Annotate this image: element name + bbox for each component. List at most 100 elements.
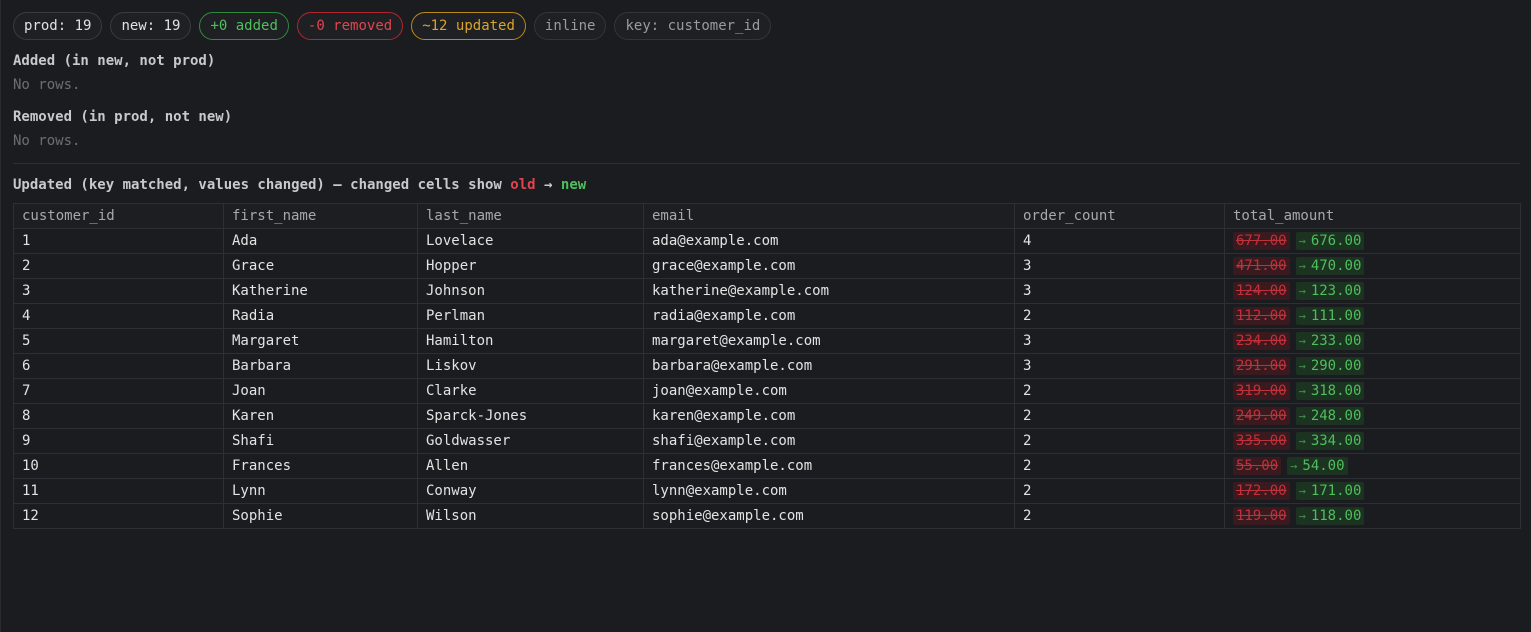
cell-total-amount: 319.00 → 318.00 bbox=[1224, 378, 1521, 404]
cell-first-name: Frances bbox=[223, 453, 418, 479]
old-value: 55.00 bbox=[1233, 457, 1282, 475]
cell-last-name: Goldwasser bbox=[417, 428, 644, 454]
arrow-right-icon: → bbox=[1298, 309, 1306, 323]
new-value: 290.00 bbox=[1310, 358, 1362, 374]
new-value-chip: → 118.00 bbox=[1295, 507, 1365, 525]
cell-customer-id: 7 bbox=[13, 378, 224, 404]
new-value-chip: → 676.00 bbox=[1295, 232, 1365, 250]
old-value: 249.00 bbox=[1233, 407, 1290, 425]
old-value: 124.00 bbox=[1233, 282, 1290, 300]
cell-email: margaret@example.com bbox=[643, 328, 1015, 354]
removed-section-title: Removed (in prod, not new) bbox=[13, 109, 233, 125]
cell-first-name: Karen bbox=[223, 403, 418, 429]
cell-order-count: 3 bbox=[1014, 328, 1225, 354]
cell-email: karen@example.com bbox=[643, 403, 1015, 429]
old-value: 172.00 bbox=[1233, 482, 1290, 500]
new-value: 54.00 bbox=[1302, 458, 1345, 474]
cell-order-count: 3 bbox=[1014, 253, 1225, 279]
cell-total-amount: 677.00 → 676.00 bbox=[1224, 228, 1521, 254]
new-value: 318.00 bbox=[1310, 383, 1362, 399]
table-row: 4 Radia Perlman radia@example.com 2 112.00 → 11… bbox=[13, 303, 1521, 329]
new-value-chip: → 334.00 bbox=[1295, 432, 1365, 450]
cell-last-name: Allen bbox=[417, 453, 644, 479]
cell-customer-id: 6 bbox=[13, 353, 224, 379]
cell-email: katherine@example.com bbox=[643, 278, 1015, 304]
arrow-right-icon: → bbox=[1290, 459, 1298, 473]
new-value-chip: → 470.00 bbox=[1295, 257, 1365, 275]
new-value: 123.00 bbox=[1310, 283, 1362, 299]
cell-customer-id: 11 bbox=[13, 478, 224, 504]
arrow-right-icon: → bbox=[1298, 484, 1306, 498]
arrow-right-icon: → bbox=[1298, 409, 1306, 423]
old-value: 471.00 bbox=[1233, 257, 1290, 275]
cell-last-name: Perlman bbox=[417, 303, 644, 329]
cell-first-name: Shafi bbox=[223, 428, 418, 454]
arrow-right-icon: → bbox=[1298, 234, 1306, 248]
cell-first-name: Sophie bbox=[223, 503, 418, 529]
section-divider bbox=[13, 163, 1520, 164]
new-value-chip: → 171.00 bbox=[1295, 482, 1365, 500]
old-value: 112.00 bbox=[1233, 307, 1290, 325]
new-value-chip: → 111.00 bbox=[1295, 307, 1365, 325]
cell-order-count: 4 bbox=[1014, 228, 1225, 254]
updated-title-text: Updated (key matched, values changed) — … bbox=[13, 177, 511, 193]
table-body: 1 Ada Lovelace ada@example.com 4 677.00 → 676.0… bbox=[13, 228, 1521, 529]
cell-total-amount: 471.00 → 470.00 bbox=[1224, 253, 1521, 279]
arrow-right-icon: → bbox=[1298, 509, 1306, 523]
table-row: 9 Shafi Goldwasser shafi@example.com 2 335.00… bbox=[13, 428, 1521, 454]
cell-order-count: 2 bbox=[1014, 503, 1225, 529]
old-value: 319.00 bbox=[1233, 382, 1290, 400]
cell-last-name: Clarke bbox=[417, 378, 644, 404]
new-count-badge: new: 19 bbox=[110, 12, 192, 40]
old-value: 677.00 bbox=[1233, 232, 1290, 250]
cell-first-name: Ada bbox=[223, 228, 418, 254]
cell-total-amount: 172.00 → 171.00 bbox=[1224, 478, 1521, 504]
cell-total-amount: 119.00 → 118.00 bbox=[1224, 503, 1521, 529]
cell-order-count: 3 bbox=[1014, 353, 1225, 379]
cell-customer-id: 12 bbox=[13, 503, 224, 529]
table-row: 5 Margaret Hamilton margaret@example.com 3 23… bbox=[13, 328, 1521, 354]
added-count-badge: +0 added bbox=[199, 12, 289, 40]
cell-last-name: Johnson bbox=[417, 278, 644, 304]
cell-order-count: 2 bbox=[1014, 453, 1225, 479]
cell-customer-id: 8 bbox=[13, 403, 224, 429]
new-value: 118.00 bbox=[1310, 508, 1362, 524]
table-row: 10 Frances Allen frances@example.com 2 55.00 →… bbox=[13, 453, 1521, 479]
cell-last-name: Hopper bbox=[417, 253, 644, 279]
cell-order-count: 2 bbox=[1014, 303, 1225, 329]
table-row: 2 Grace Hopper grace@example.com 3 471.00 → 470… bbox=[13, 253, 1521, 279]
cell-first-name: Joan bbox=[223, 378, 418, 404]
column-header: last_name bbox=[417, 203, 644, 229]
new-value: 470.00 bbox=[1310, 258, 1362, 274]
cell-customer-id: 2 bbox=[13, 253, 224, 279]
cell-customer-id: 3 bbox=[13, 278, 224, 304]
arrow-right-icon: → bbox=[1298, 334, 1306, 348]
old-value: 119.00 bbox=[1233, 507, 1290, 525]
cell-order-count: 3 bbox=[1014, 278, 1225, 304]
cell-total-amount: 112.00 → 111.00 bbox=[1224, 303, 1521, 329]
table-row: 1 Ada Lovelace ada@example.com 4 677.00 → 676.0… bbox=[13, 228, 1521, 254]
cell-email: lynn@example.com bbox=[643, 478, 1015, 504]
table-row: 8 Karen Sparck-Jones karen@example.com 2 249.… bbox=[13, 403, 1521, 429]
arrow-right-icon: → bbox=[1298, 284, 1306, 298]
cell-last-name: Wilson bbox=[417, 503, 644, 529]
cell-total-amount: 249.00 → 248.00 bbox=[1224, 403, 1521, 429]
cell-customer-id: 5 bbox=[13, 328, 224, 354]
new-legend: new bbox=[560, 177, 587, 193]
cell-last-name: Hamilton bbox=[417, 328, 644, 354]
cell-order-count: 2 bbox=[1014, 428, 1225, 454]
key-badge: key: customer_id bbox=[614, 12, 772, 40]
old-value: 335.00 bbox=[1233, 432, 1290, 450]
new-value: 111.00 bbox=[1310, 308, 1362, 324]
column-header: customer_id bbox=[13, 203, 224, 229]
column-header: total_amount bbox=[1224, 203, 1521, 229]
cell-total-amount: 55.00 → 54.00 bbox=[1224, 453, 1521, 479]
table-row: 11 Lynn Conway lynn@example.com 2 172.00 → 171.… bbox=[13, 478, 1521, 504]
cell-customer-id: 10 bbox=[13, 453, 224, 479]
cell-first-name: Lynn bbox=[223, 478, 418, 504]
table-row: 6 Barbara Liskov barbara@example.com 3 291.00… bbox=[13, 353, 1521, 379]
new-value: 334.00 bbox=[1310, 433, 1362, 449]
cell-customer-id: 4 bbox=[13, 303, 224, 329]
cell-order-count: 2 bbox=[1014, 478, 1225, 504]
cell-email: ada@example.com bbox=[643, 228, 1015, 254]
